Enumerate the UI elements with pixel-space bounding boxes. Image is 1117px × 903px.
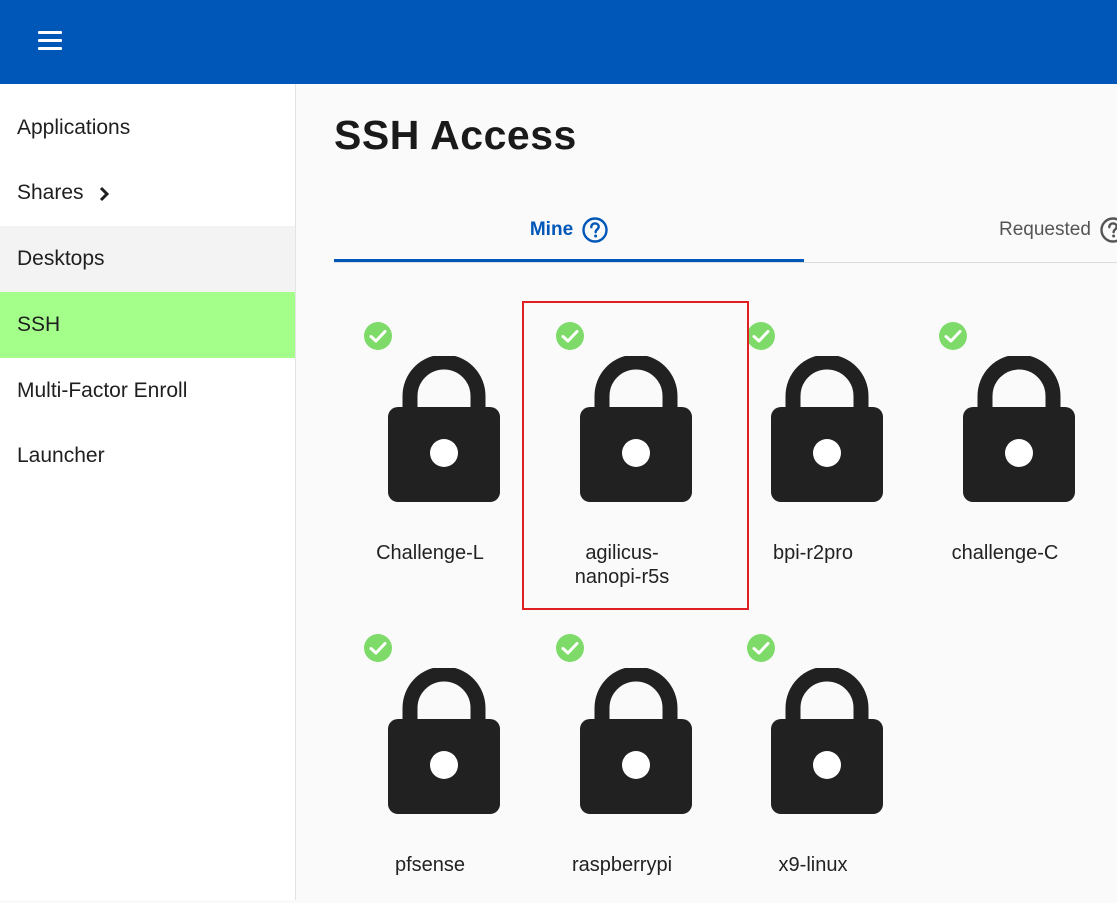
ssh-tile[interactable]: raspberrypi [526, 613, 718, 903]
help-circle-icon[interactable] [1100, 217, 1117, 243]
tab-label: Requested [999, 219, 1091, 240]
ssh-tile-label: pfsense [394, 854, 466, 876]
help-circle-icon[interactable] [582, 216, 608, 243]
tab-mine[interactable]: Mine [334, 200, 804, 262]
lock-icon [388, 356, 500, 502]
ssh-tile[interactable]: challenge-C [909, 301, 1101, 591]
lock-icon [963, 356, 1075, 502]
sidebar-item-shares[interactable]: Shares [0, 160, 295, 226]
check-circle-icon [939, 322, 967, 350]
check-circle-icon [747, 322, 775, 350]
ssh-tile-label: raspberrypi [571, 854, 673, 876]
check-circle-icon [364, 322, 392, 350]
hamburger-menu-icon[interactable] [26, 18, 74, 62]
lock-icon [580, 668, 692, 814]
lock-icon [388, 668, 500, 814]
sidebar-item-desktops[interactable]: Desktops [0, 226, 295, 292]
check-circle-icon [556, 634, 584, 662]
ssh-tile[interactable]: x9-linux [717, 613, 909, 903]
check-circle-icon [364, 634, 392, 662]
ssh-tile-label: bpi-r2pro [772, 542, 854, 564]
ssh-tile-label: x9-linux [778, 854, 848, 876]
sidebar-item-label: Multi-Factor Enroll [17, 379, 188, 402]
lock-icon [771, 668, 883, 814]
sidebar-item-label: Desktops [17, 247, 105, 270]
sidebar-item-ssh[interactable]: SSH [0, 292, 295, 358]
chevron-right-icon [99, 186, 109, 202]
ssh-tile[interactable]: Challenge-L [334, 301, 526, 591]
lock-icon [771, 356, 883, 502]
sidebar-item-label: SSH [17, 313, 61, 336]
sidebar-item-multi-factor-enroll[interactable]: Multi-Factor Enroll [0, 358, 295, 424]
sidebar: Applications Shares Desktops SSH Multi-F… [0, 84, 296, 900]
check-circle-icon [556, 322, 584, 350]
sidebar-item-applications[interactable]: Applications [0, 95, 295, 161]
tab-requested[interactable]: Requested [804, 200, 1117, 260]
tab-label: Mine [529, 218, 574, 240]
ssh-tile[interactable]: bpi-r2pro [717, 301, 909, 591]
ssh-tile-label: Challenge-L [376, 542, 484, 564]
top-app-bar [0, 0, 1117, 84]
tab-bar: Mine Requested [334, 200, 1117, 263]
sidebar-item-label: Launcher [17, 444, 105, 467]
page-title: SSH Access [334, 112, 577, 158]
check-circle-icon [747, 634, 775, 662]
sidebar-item-label: Applications [17, 116, 131, 139]
ssh-tile[interactable]: pfsense [334, 613, 526, 903]
sidebar-item-label: Shares [17, 181, 84, 204]
ssh-tile[interactable]: agilicus-nanopi-r5s [526, 301, 718, 591]
lock-icon [580, 356, 692, 502]
ssh-tile-label: challenge-C [951, 542, 1059, 564]
ssh-tile-label: agilicus-nanopi-r5s [574, 542, 670, 588]
sidebar-item-launcher[interactable]: Launcher [0, 423, 295, 489]
